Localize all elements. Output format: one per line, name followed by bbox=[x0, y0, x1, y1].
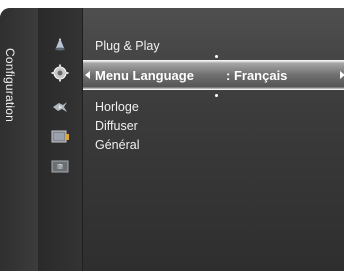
menu-panel: Configuration ? Plug & Play Menu Languag… bbox=[0, 8, 344, 271]
menu-item-horloge[interactable]: Horloge bbox=[95, 100, 139, 114]
menu-item-menu-language[interactable]: Menu Language : Français bbox=[83, 55, 344, 97]
menu-language-label: Menu Language bbox=[95, 68, 194, 83]
menu-item-plug-and-play[interactable]: Plug & Play bbox=[95, 39, 160, 53]
right-arrow-icon bbox=[340, 71, 344, 79]
picture-icon[interactable] bbox=[50, 34, 70, 52]
left-arrow-icon bbox=[85, 71, 90, 79]
settings-gear-icon[interactable] bbox=[50, 64, 70, 82]
menu-list: Plug & Play Menu Language : Français Hor… bbox=[83, 8, 344, 271]
help-icon[interactable]: ? bbox=[50, 158, 70, 176]
tv-menu-screen: Configuration ? Plug & Play Menu Languag… bbox=[0, 0, 344, 271]
channel-icon[interactable] bbox=[50, 128, 70, 146]
menu-item-general[interactable]: Général bbox=[95, 138, 139, 152]
section-strip: Configuration bbox=[0, 8, 38, 271]
up-indicator-icon bbox=[215, 55, 218, 58]
svg-text:?: ? bbox=[58, 164, 62, 171]
menu-language-value: : Français bbox=[226, 68, 288, 83]
menu-item-diffuser[interactable]: Diffuser bbox=[95, 119, 138, 133]
sound-icon[interactable] bbox=[50, 98, 70, 116]
icon-column: ? bbox=[38, 8, 83, 271]
section-label: Configuration bbox=[3, 48, 17, 122]
down-indicator-icon bbox=[215, 94, 218, 97]
